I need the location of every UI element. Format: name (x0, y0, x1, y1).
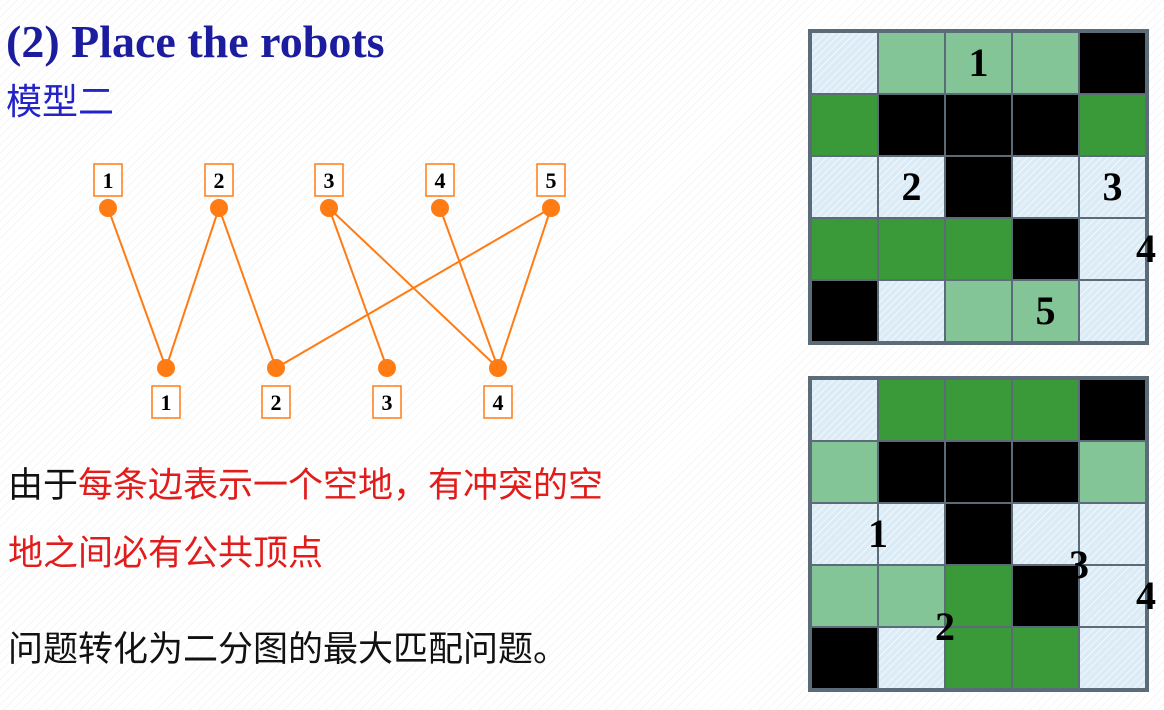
paragraph-3: 问题转化为二分图的最大匹配问题。 (8, 630, 569, 670)
grid-top-cell-3-2 (946, 219, 1011, 279)
top-node-label-2: 2 (214, 168, 225, 193)
grid-bottom-cell-1-3 (1013, 442, 1078, 502)
grid-map-bottom: 1 2 3 4 (808, 376, 1156, 692)
paragraph-1-black: 由于 (8, 466, 79, 506)
grid-bottom-cell-4-4 (1080, 628, 1145, 688)
grid-bottom-cell-0-1 (879, 380, 944, 440)
grid-bottom-cell-4-0 (812, 628, 877, 688)
grid-top-cell-0-3 (1013, 33, 1078, 93)
grid-bottom-cell-3-2 (946, 566, 1011, 626)
grid-bottom-cell-1-2 (946, 442, 1011, 502)
bipartite-graph: 1 2 3 4 5 1 2 3 4 (93, 163, 566, 419)
bottom-node-dot-3 (378, 359, 396, 377)
grid-top-cell-1-1 (879, 95, 944, 155)
grid-top-cell-1-4 (1080, 95, 1145, 155)
paragraph-1: 由于每条边表示一个空地，有冲突的空 (8, 464, 603, 508)
grid-top-label-3: 3 (1102, 164, 1123, 209)
grid-top-cell-0-0 (812, 33, 877, 93)
grid-bottom-cell-2-1 (879, 504, 944, 564)
bottom-node-label-1: 1 (161, 390, 172, 415)
bottom-node-dot-4 (489, 359, 507, 377)
paragraph-1-red: 每条边表示一个空地，有冲突的空 (78, 466, 604, 506)
bottom-node-label-3: 3 (382, 390, 393, 415)
grid-bottom-cell-0-3 (1013, 380, 1078, 440)
grid-top-label-5: 5 (1035, 288, 1056, 333)
subtitle: 模型二 (6, 82, 115, 123)
grid-bottom-cell-4-3 (1013, 628, 1078, 688)
top-node-dot-4 (431, 199, 449, 217)
bottom-node-label-2: 2 (271, 390, 282, 415)
grid-top-cell-4-2 (946, 281, 1011, 341)
grid-top-cell-4-4 (1080, 281, 1145, 341)
grid-top-cell-1-2 (946, 95, 1011, 155)
grid-bottom-cell-2-2 (946, 504, 1011, 564)
bottom-node-dot-2 (267, 359, 285, 377)
grid-top-cell-4-1 (879, 281, 944, 341)
grid-top-cell-0-4 (1080, 33, 1145, 93)
top-node-label-5: 5 (546, 168, 557, 193)
graph-edge-4-4 (439, 207, 499, 369)
page-title: (2) Place the robots (6, 16, 385, 67)
grid-top-cell-1-3 (1013, 95, 1078, 155)
graph-edge-5-4 (497, 207, 552, 369)
grid-bottom-label-1: 1 (868, 511, 888, 556)
grid-top-label-4: 4 (1136, 226, 1156, 271)
grid-map-top: 1 2 34 5 (808, 29, 1156, 345)
top-node-dot-5 (542, 199, 560, 217)
grid-bottom-cell-0-2 (946, 380, 1011, 440)
top-node-dot-3 (320, 199, 338, 217)
top-node-label-4: 4 (435, 168, 446, 193)
grid-top-cell-3-3 (1013, 219, 1078, 279)
bottom-node-dot-1 (157, 359, 175, 377)
grid-top-label-2: 2 (901, 164, 922, 209)
paragraph-2: 地之间必有公共顶点 (8, 534, 324, 574)
graph-edge-1-1 (107, 207, 167, 369)
grid-top-cell-2-0 (812, 157, 877, 217)
grid-top-cell-2-3 (1013, 157, 1078, 217)
grid-top-cell-1-0 (812, 95, 877, 155)
top-node-label-3: 3 (324, 168, 335, 193)
graph-edge-3-3 (328, 207, 388, 369)
top-node-dot-2 (210, 199, 228, 217)
grid-top-cell-0-1 (879, 33, 944, 93)
grid-bottom-label-3: 3 (1069, 542, 1089, 587)
graph-edge-2-2 (218, 207, 277, 369)
grid-top-cell-3-1 (879, 219, 944, 279)
grid-top-label-1: 1 (968, 40, 989, 85)
grid-bottom-cell-3-0 (812, 566, 877, 626)
graph-edge-5-2 (275, 207, 552, 369)
grid-bottom-cell-1-4 (1080, 442, 1145, 502)
grid-bottom-cell-0-4 (1080, 380, 1145, 440)
top-node-dot-1 (99, 199, 117, 217)
grid-bottom-cell-4-2 (946, 628, 1011, 688)
grid-bottom-cell-0-0 (812, 380, 877, 440)
grid-top-cell-4-0 (812, 281, 877, 341)
bottom-node-label-4: 4 (493, 390, 504, 415)
top-node-label-1: 1 (103, 168, 114, 193)
grid-bottom-label-2: 2 (935, 604, 955, 649)
grid-bottom-label-4: 4 (1136, 573, 1156, 618)
grid-top-cell-2-2 (946, 157, 1011, 217)
grid-bottom-cell-1-1 (879, 442, 944, 502)
grid-bottom-cell-1-0 (812, 442, 877, 502)
grid-bottom-cell-2-4 (1080, 504, 1145, 564)
grid-top-cell-3-0 (812, 219, 877, 279)
graph-edge-2-1 (165, 207, 220, 369)
